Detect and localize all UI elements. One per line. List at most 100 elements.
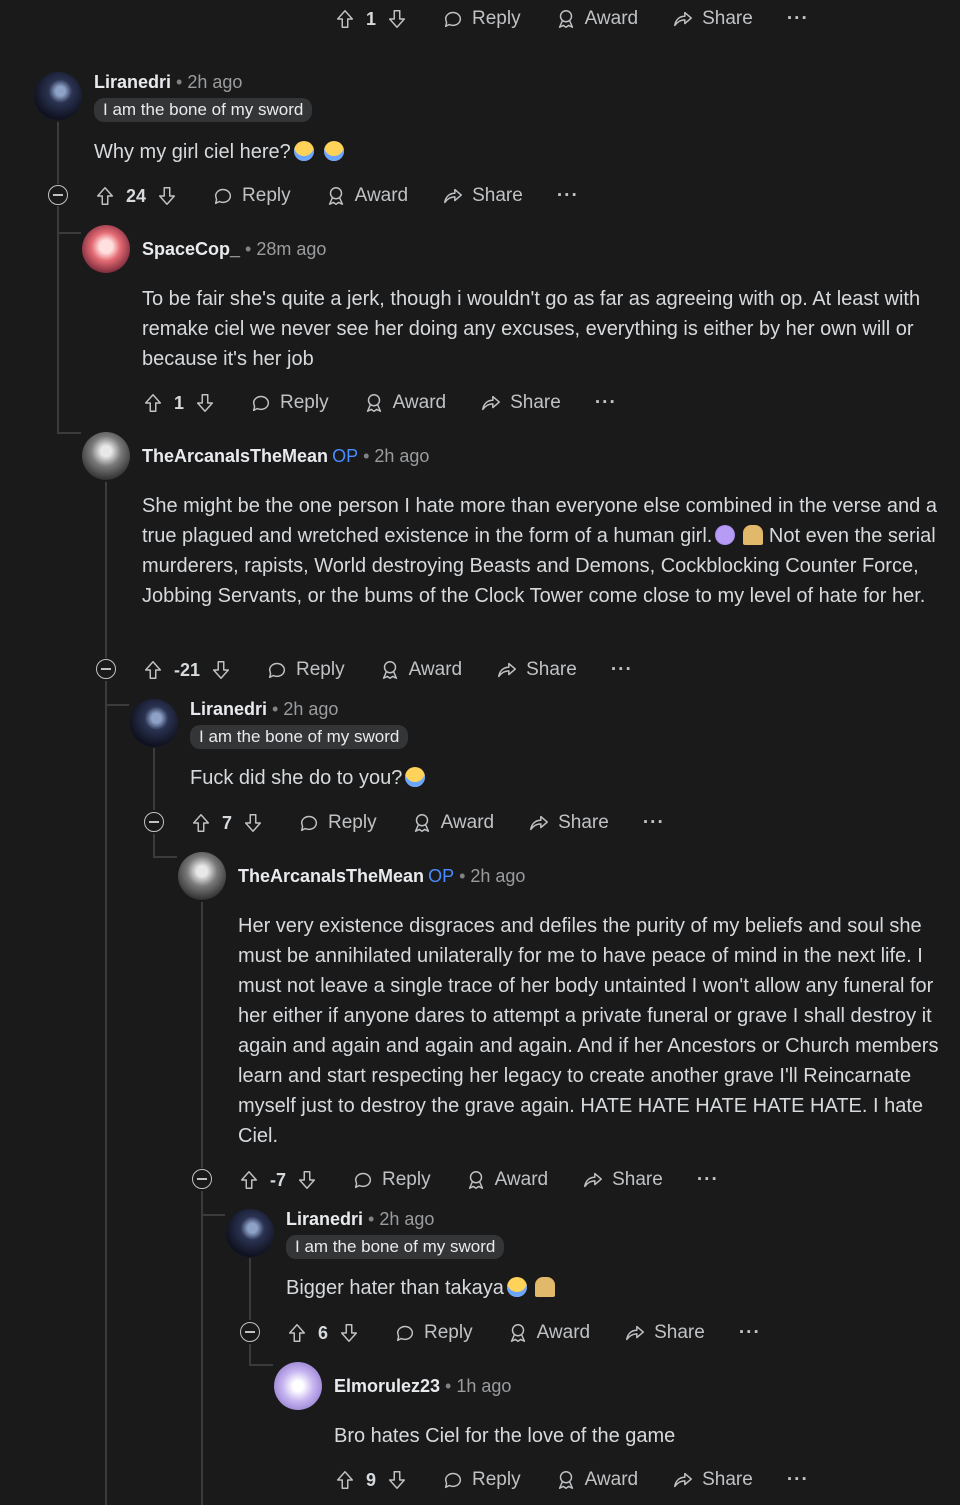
upvote-icon[interactable] xyxy=(94,185,116,207)
award-button[interactable]: Award xyxy=(555,8,638,30)
vote-score: 9 xyxy=(366,1469,377,1490)
upvote-icon[interactable] xyxy=(238,1169,260,1191)
thread-line xyxy=(57,206,59,432)
reply-button[interactable]: Reply xyxy=(442,1469,521,1491)
more-options-button[interactable]: ··· xyxy=(697,1169,719,1191)
award-button[interactable]: Award xyxy=(555,1469,638,1491)
award-button[interactable]: Award xyxy=(379,659,462,681)
more-options-button[interactable]: ··· xyxy=(595,392,617,414)
avatar[interactable] xyxy=(178,852,226,900)
comment-meta: Elmorulez23 • 1h ago xyxy=(334,1376,512,1396)
crying-emoji-icon xyxy=(405,767,426,787)
username[interactable]: Elmorulez23 xyxy=(334,1376,440,1396)
praying-hands-emoji-icon xyxy=(743,525,764,545)
reply-button[interactable]: Reply xyxy=(212,185,291,207)
user-flair: I am the bone of my sword xyxy=(286,1235,505,1259)
thread-line xyxy=(201,1191,203,1505)
more-options-button[interactable]: ··· xyxy=(787,8,809,30)
collapse-thread-button[interactable] xyxy=(48,185,68,205)
downvote-icon[interactable] xyxy=(386,1469,408,1491)
collapse-thread-button[interactable] xyxy=(192,1169,212,1189)
avatar[interactable] xyxy=(82,225,130,273)
downvote-icon[interactable] xyxy=(338,1322,360,1344)
avatar[interactable] xyxy=(82,432,130,480)
downvote-icon[interactable] xyxy=(194,392,216,414)
share-button[interactable]: Share xyxy=(528,812,609,834)
award-button[interactable]: Award xyxy=(411,812,494,834)
comment-meta: Liranedri • 2h ago xyxy=(286,1209,435,1229)
username[interactable]: Liranedri xyxy=(286,1209,363,1229)
more-options-button[interactable]: ··· xyxy=(643,812,665,834)
share-button[interactable]: Share xyxy=(442,185,523,207)
collapse-thread-button[interactable] xyxy=(144,812,164,832)
comment-body: Bro hates Ciel for the love of the game xyxy=(334,1425,676,1447)
share-button[interactable]: Share xyxy=(582,1169,663,1191)
thread-connector xyxy=(105,704,129,706)
share-button[interactable]: Share xyxy=(672,1469,753,1491)
vote-score: 24 xyxy=(126,185,147,206)
user-flair: I am the bone of my sword xyxy=(190,725,409,749)
collapse-thread-button[interactable] xyxy=(240,1322,260,1342)
award-button[interactable]: Award xyxy=(465,1169,548,1191)
downvote-icon[interactable] xyxy=(210,659,232,681)
thread-line xyxy=(153,834,155,858)
thread-line xyxy=(201,902,203,1168)
share-button[interactable]: Share xyxy=(496,659,577,681)
award-button[interactable]: Award xyxy=(507,1322,590,1344)
username[interactable]: Liranedri xyxy=(94,72,171,92)
op-badge: OP xyxy=(332,446,359,466)
reply-button[interactable]: Reply xyxy=(298,812,377,834)
username[interactable]: Liranedri xyxy=(190,699,267,719)
downvote-icon[interactable] xyxy=(296,1169,318,1191)
upvote-icon[interactable] xyxy=(286,1322,308,1344)
more-options-button[interactable]: ··· xyxy=(739,1322,761,1344)
downvote-icon[interactable] xyxy=(156,185,178,207)
avatar[interactable] xyxy=(274,1362,322,1410)
timestamp[interactable]: 2h ago xyxy=(187,72,242,92)
reply-button[interactable]: Reply xyxy=(442,8,521,30)
thread-connector xyxy=(57,232,81,234)
username[interactable]: TheArcanaIsTheMean xyxy=(238,866,424,886)
avatar[interactable] xyxy=(130,699,178,747)
reply-button[interactable]: Reply xyxy=(352,1169,431,1191)
crying-emoji-icon xyxy=(323,141,344,161)
avatar[interactable] xyxy=(34,72,82,120)
upvote-icon[interactable] xyxy=(190,812,212,834)
timestamp[interactable]: 2h ago xyxy=(283,699,338,719)
reply-button[interactable]: Reply xyxy=(266,659,345,681)
comment-body: She might be the one person I hate more … xyxy=(142,495,937,607)
upvote-icon[interactable] xyxy=(142,392,164,414)
reply-button[interactable]: Reply xyxy=(250,392,329,414)
more-options-button[interactable]: ··· xyxy=(557,185,579,207)
timestamp[interactable]: 1h ago xyxy=(456,1376,511,1396)
timestamp[interactable]: 28m ago xyxy=(256,239,326,259)
vote-score: -7 xyxy=(270,1169,287,1190)
upvote-icon[interactable] xyxy=(142,659,164,681)
timestamp[interactable]: 2h ago xyxy=(379,1209,434,1229)
thread-line xyxy=(105,482,107,658)
reply-button[interactable]: Reply xyxy=(394,1322,473,1344)
award-button[interactable]: Award xyxy=(363,392,446,414)
thread-line xyxy=(153,748,155,810)
more-options-button[interactable]: ··· xyxy=(787,1469,809,1491)
downvote-icon[interactable] xyxy=(242,812,264,834)
share-button[interactable]: Share xyxy=(480,392,561,414)
thread-line xyxy=(249,1344,251,1366)
share-button[interactable]: Share xyxy=(624,1322,705,1344)
more-options-button[interactable]: ··· xyxy=(611,659,633,681)
username[interactable]: TheArcanaIsTheMean xyxy=(142,446,328,466)
comment-meta: Liranedri • 2h ago xyxy=(190,699,339,719)
award-button[interactable]: Award xyxy=(325,185,408,207)
share-button[interactable]: Share xyxy=(672,8,753,30)
timestamp[interactable]: 2h ago xyxy=(470,866,525,886)
timestamp[interactable]: 2h ago xyxy=(374,446,429,466)
username[interactable]: SpaceCop_ xyxy=(142,239,240,259)
op-badge: OP xyxy=(428,866,455,886)
downvote-icon[interactable] xyxy=(386,8,408,30)
upvote-icon[interactable] xyxy=(334,8,356,30)
vote-score: 1 xyxy=(174,392,185,413)
thread-line xyxy=(105,681,107,1505)
avatar[interactable] xyxy=(226,1209,274,1257)
upvote-icon[interactable] xyxy=(334,1469,356,1491)
collapse-thread-button[interactable] xyxy=(96,659,116,679)
